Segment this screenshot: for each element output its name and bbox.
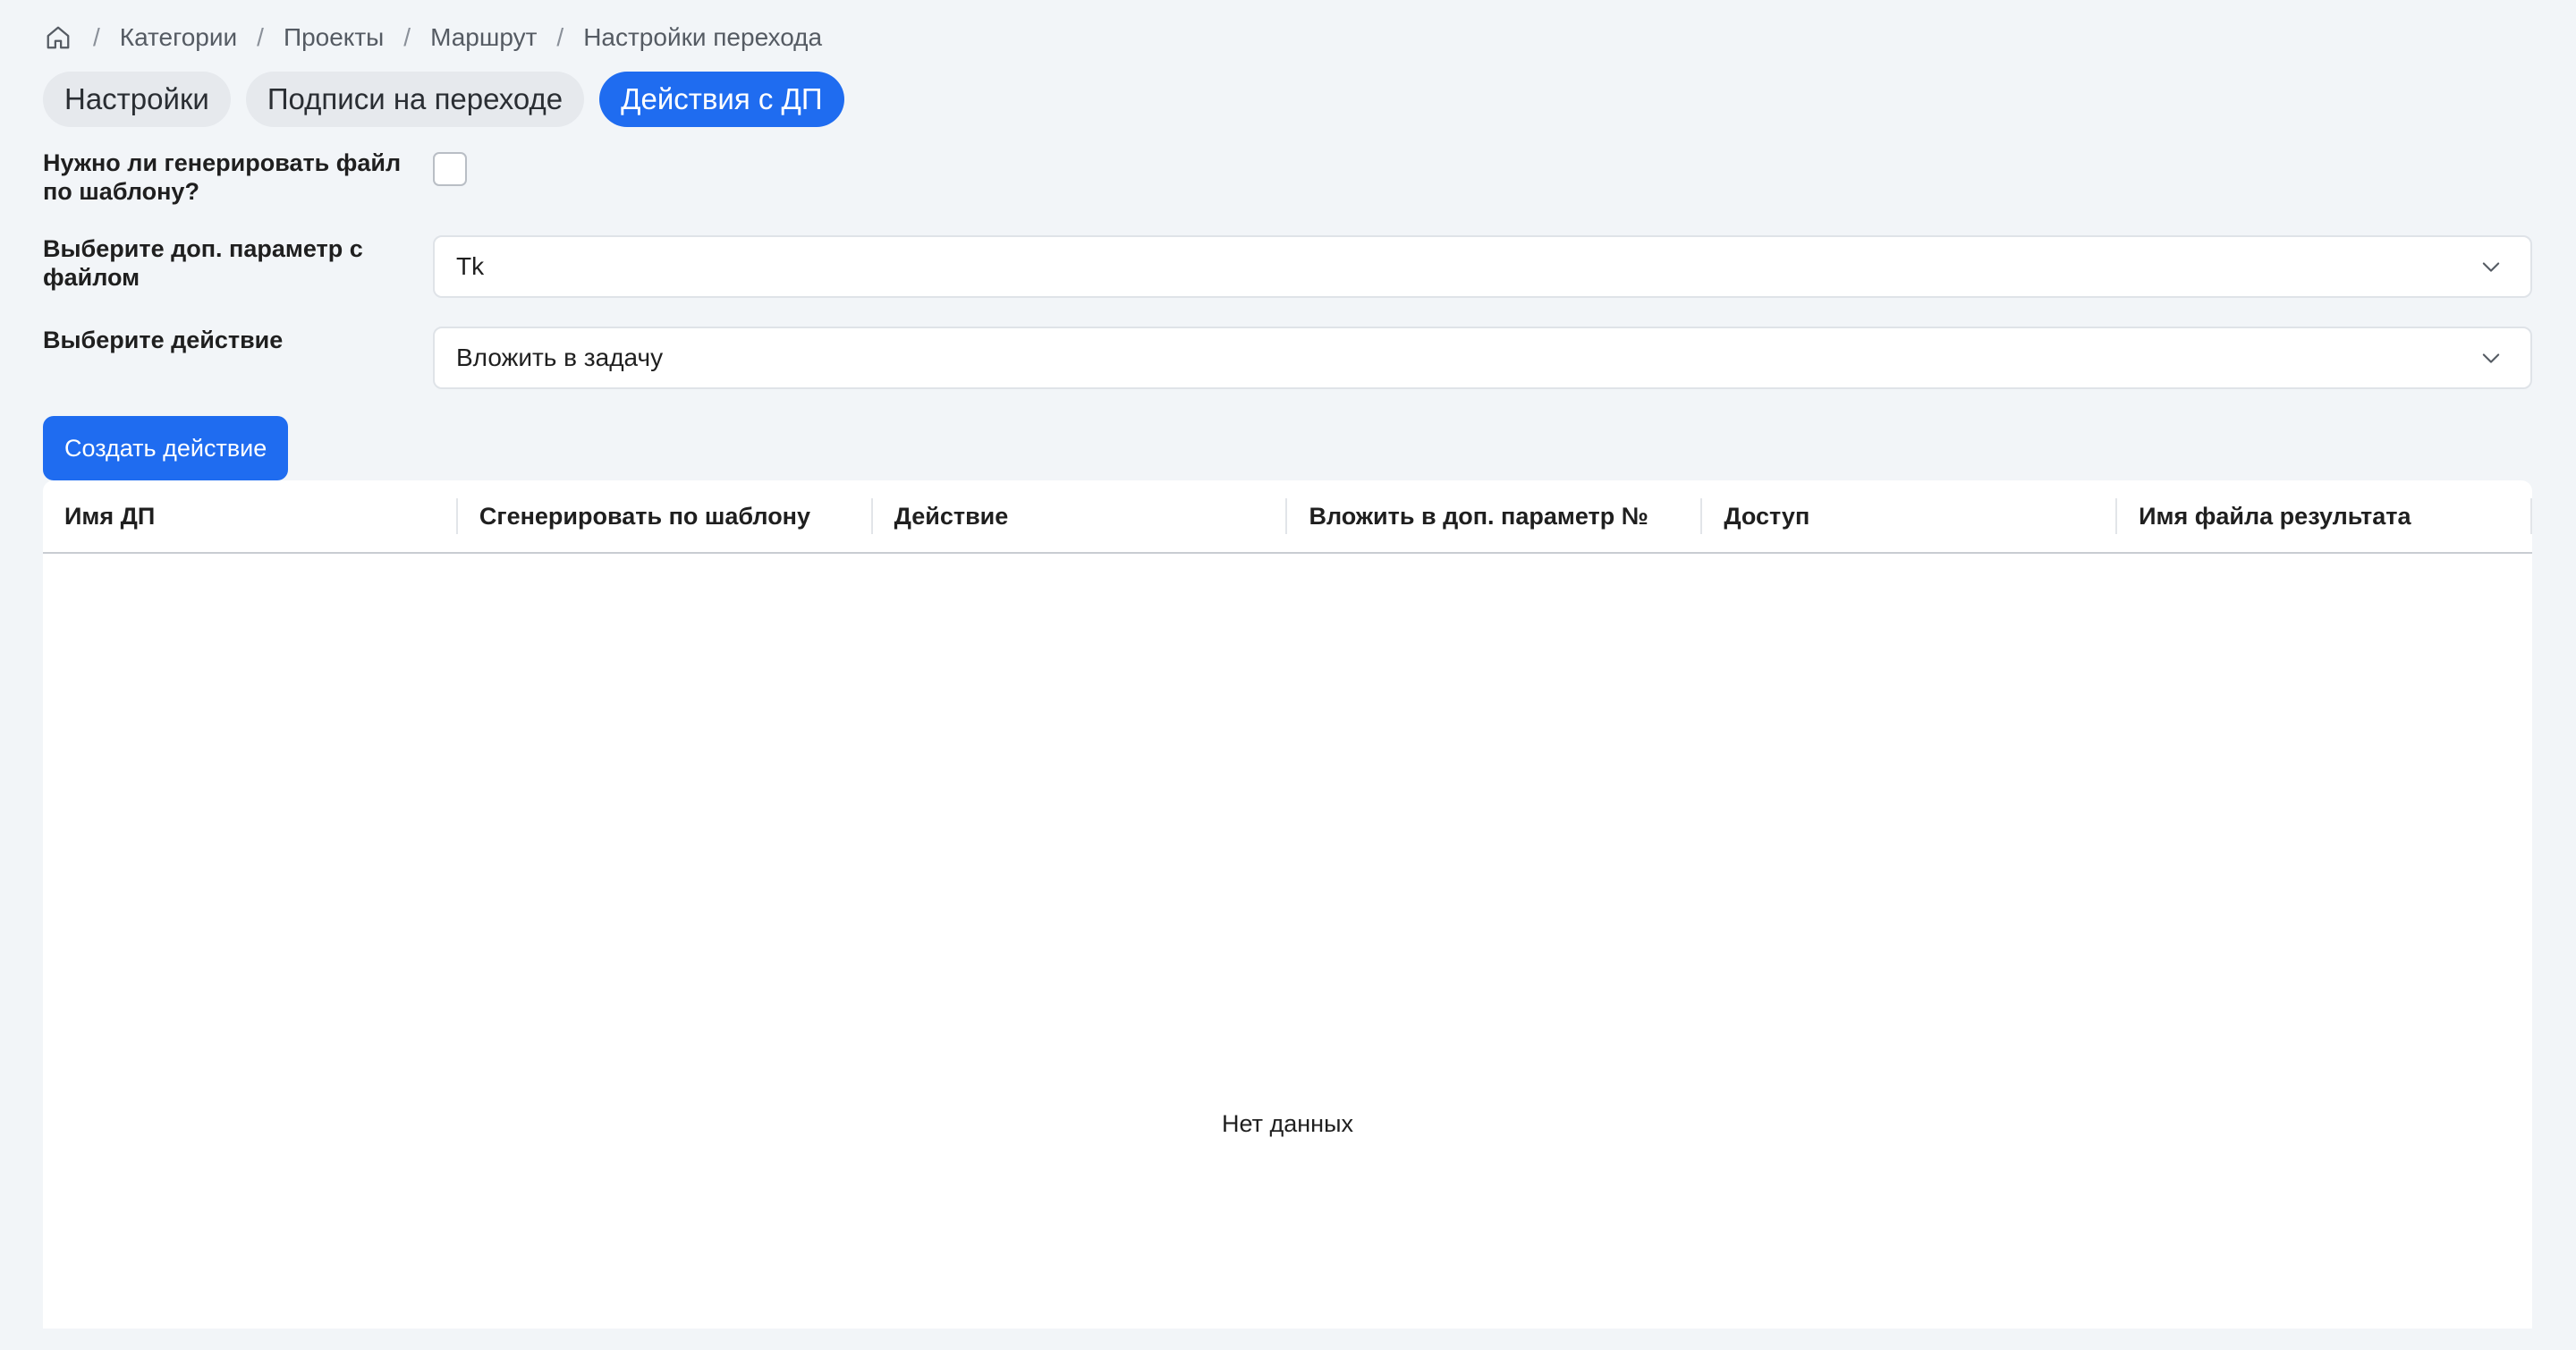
chevron-down-icon [2479, 345, 2504, 370]
column-header-dp-name[interactable]: Имя ДП [43, 480, 458, 552]
action-label: Выберите действие [43, 327, 284, 353]
actions-table: Имя ДП Сгенерировать по шаблону Действие… [43, 480, 2532, 1329]
breadcrumb-separator: / [257, 23, 264, 51]
breadcrumb-separator: / [93, 23, 100, 51]
home-icon[interactable] [43, 22, 73, 53]
create-action-button[interactable]: Создать действие [43, 416, 289, 480]
generate-template-label: Нужно ли генерировать файл по шаблону? [43, 149, 402, 205]
breadcrumb: / Категории / Проекты / Маршрут / Настро… [43, 20, 822, 55]
generate-template-row: Нужно ли генерировать файл по шаблону? [43, 149, 2532, 206]
chevron-down-icon [2479, 254, 2504, 279]
tab-bar: Настройки Подписи на переходе Действия с… [43, 72, 844, 127]
tab-dp-actions[interactable]: Действия с ДП [599, 72, 844, 127]
breadcrumb-separator: / [403, 23, 411, 51]
table-empty-text: Нет данных [1222, 1110, 1353, 1137]
breadcrumb-item-categories[interactable]: Категории [120, 23, 237, 52]
breadcrumb-separator: / [556, 23, 564, 51]
column-header-result-filename[interactable]: Имя файла результата [2117, 480, 2532, 552]
tab-transition-signatures[interactable]: Подписи на переходе [245, 72, 585, 127]
breadcrumb-item-projects[interactable]: Проекты [284, 23, 384, 52]
tab-settings[interactable]: Настройки [43, 72, 231, 127]
breadcrumb-item-route[interactable]: Маршрут [430, 23, 537, 52]
action-select-value: Вложить в задачу [456, 344, 664, 371]
action-select[interactable]: Вложить в задачу [433, 327, 2532, 389]
generate-template-checkbox[interactable] [433, 152, 467, 186]
param-select[interactable]: Tk [433, 235, 2532, 298]
param-label: Выберите доп. параметр с файлом [43, 235, 363, 291]
breadcrumb-item-transition-settings: Настройки перехода [583, 23, 823, 51]
column-header-access[interactable]: Доступ [1702, 480, 2117, 552]
table-header: Имя ДП Сгенерировать по шаблону Действие… [43, 480, 2532, 554]
column-header-action[interactable]: Действие [873, 480, 1288, 552]
column-header-attach-param[interactable]: Вложить в доп. параметр № [1287, 480, 1703, 552]
param-select-value: Tk [456, 252, 485, 280]
column-header-generate-template[interactable]: Сгенерировать по шаблону [458, 480, 873, 552]
